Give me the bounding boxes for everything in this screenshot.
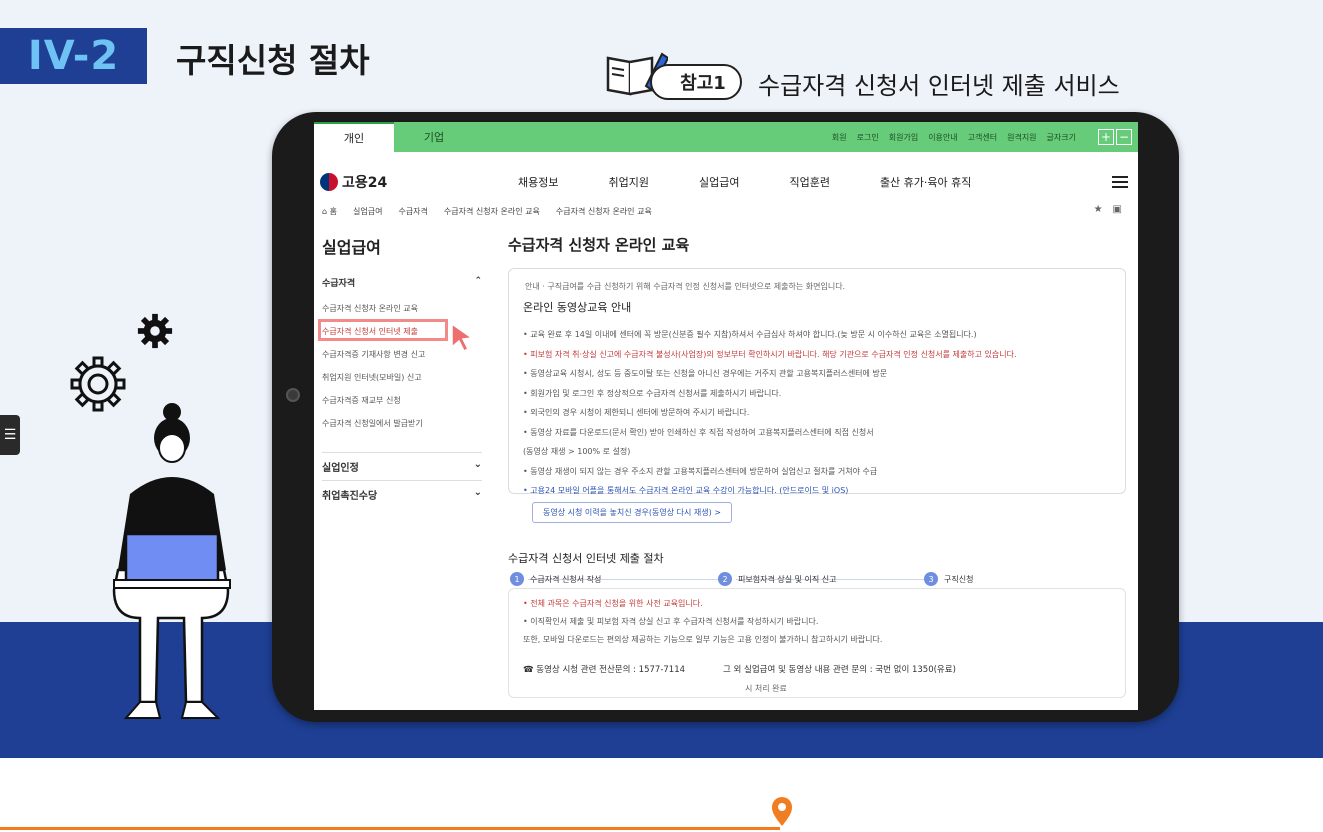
- reference-badge: 참고1: [650, 64, 742, 100]
- card-line: • 회원가입 및 로그인 후 정상적으로 수급자격 신청서를 제출하시기 바랍니…: [523, 388, 782, 398]
- zoom-in-icon[interactable]: +: [1098, 129, 1114, 145]
- sidebar-item[interactable]: 수급자격 신청일에서 발급받기: [322, 412, 482, 435]
- breadcrumb: ⌂ 홈 실업급여 수급자격 수급자격 신청자 온라인 교육 수급자격 신청자 온…: [322, 206, 652, 217]
- sidebar-item[interactable]: 취업지원 인터넷(모바일) 신고: [322, 366, 482, 389]
- util-link-member[interactable]: 회원: [832, 132, 847, 143]
- sidebar-menu-label: 취업촉진수당: [322, 491, 378, 502]
- page-title: 수급자격 신청자 온라인 교육: [508, 236, 690, 254]
- util-link-guide[interactable]: 이용안내: [928, 132, 957, 143]
- taegeuk-logo-icon: [320, 173, 338, 191]
- logo-text: 고용24: [342, 175, 388, 191]
- person-with-laptop-illustration: [112, 403, 231, 719]
- util-link-login[interactable]: 로그인: [857, 132, 879, 143]
- card-line: • 외국인의 경우 시청이 제한되니 센터에 방문하여 주시기 바랍니다.: [523, 408, 750, 417]
- cursor-arrow-icon: [451, 322, 475, 352]
- card-line: • 동영상 자료를 다운로드(문서 확인) 받아 인쇄하신 후 직접 작성하여 …: [523, 427, 874, 437]
- process-step-1: 1 수급자격 신청서 작성: [510, 572, 601, 586]
- location-pin-icon: [772, 797, 792, 826]
- background-bottom: [0, 758, 1323, 832]
- process-line: • 이직확인서 제출 및 피보험 자격 상실 신고 후 수급자격 신청서를 작성…: [523, 617, 819, 626]
- card-line: • 동영상 재생이 되지 않는 경우 주소지 관할 고용복지플러스센터에 방문하…: [523, 466, 878, 476]
- utility-links: 회원 로그인 회원가입 이용안내 고객센터 원격지원 글자크기: [832, 122, 1076, 152]
- breadcrumb-item[interactable]: 수급자격: [398, 206, 427, 217]
- breadcrumb-item[interactable]: 실업급여: [353, 206, 382, 217]
- camera-dot: [286, 388, 300, 402]
- section-title: 구직신청 절차: [176, 41, 370, 80]
- progress-line: [0, 827, 780, 830]
- nav-item-unemployment-benefit[interactable]: 실업급여: [699, 174, 739, 190]
- process-step-3: 3 구직신청: [924, 572, 973, 586]
- process-details: • 전체 과목은 수급자격 신청을 위한 사전 교육입니다. • 이직확인서 제…: [508, 588, 1126, 698]
- step-label: 수급자격 신청서 작성: [530, 574, 602, 584]
- card-line: • 동영상교육 시청시, 성도 등 중도이탈 또는 신청을 아니신 경우에는 거…: [523, 369, 888, 378]
- print-icon[interactable]: ▣: [1113, 204, 1122, 215]
- card-line: • 교육 완료 후 14일 이내에 센터에 꼭 방문(신분증 필수 지참)하셔서…: [523, 330, 977, 339]
- tab-business[interactable]: 기업: [394, 122, 474, 152]
- reference-title: 수급자격 신청서 인터넷 제출 서비스: [758, 72, 1120, 100]
- breadcrumb-item: 수급자격 신청자 온라인 교육: [555, 207, 652, 216]
- site-logo[interactable]: 고용24: [320, 172, 387, 192]
- card-line: • 피보험 자격 취·상실 신고에 수급자격 불성사(사업장)의 정보부터 확인…: [523, 349, 1017, 359]
- sidebar-group-label: 수급자격: [322, 279, 356, 289]
- step-number: 1: [510, 572, 524, 586]
- card-note: 안내 · 구직급여를 수급 신청하기 위해 수급자격 인정 신청서를 인터넷으로…: [525, 282, 846, 291]
- sidebar-title: 실업급여: [322, 238, 381, 257]
- card-lines: • 교육 완료 후 14일 이내에 센터에 꼭 방문(신분증 필수 지참)하셔서…: [523, 325, 1119, 501]
- card-line: (동영상 재생 > 100% 로 설정): [523, 447, 631, 456]
- sidebar-group-header[interactable]: 수급자격 ⌃: [322, 276, 482, 289]
- zoom-out-icon[interactable]: −: [1116, 129, 1132, 145]
- process-step-2: 2 피보험자격 상실 및 이직 신고: [718, 572, 837, 586]
- chevron-up-icon: ⌃: [474, 276, 482, 286]
- process-line: • 전체 과목은 수급자격 신청을 위한 사전 교육입니다.: [523, 599, 703, 608]
- tab-personal[interactable]: 개인: [314, 122, 394, 152]
- process-footer: 시 처리 완료: [745, 684, 787, 693]
- util-link-signup[interactable]: 회원가입: [889, 132, 918, 143]
- sidebar-item[interactable]: 수급자격 신청자 온라인 교육: [322, 297, 482, 320]
- menu-icon[interactable]: ☰: [0, 415, 20, 455]
- nav-item-employment-support[interactable]: 취업지원: [608, 174, 648, 190]
- online-education-card: 안내 · 구직급여를 수급 신청하기 위해 수급자격 인정 신청서를 인터넷으로…: [508, 268, 1126, 495]
- sidebar-group: 수급자격 ⌃ 수급자격 신청자 온라인 교육 수급자격 신청서 인터넷 제출 수…: [322, 276, 482, 435]
- sidebar-menu-incentive[interactable]: 취업촉진수당 ⌄: [322, 480, 482, 502]
- sidebar-menu-unemployment-recognition[interactable]: 실업인정 ⌄: [322, 452, 482, 474]
- process-title: 수급자격 신청서 인터넷 제출 절차: [508, 552, 664, 565]
- phone-contact: ☎ 동영상 시청 관련 전산문의 : 1577-7114: [523, 665, 686, 675]
- section-number-badge: IV-2: [0, 28, 147, 84]
- nav-item-jobs[interactable]: 채용정보: [518, 174, 558, 190]
- chevron-down-icon: ⌄: [473, 487, 482, 498]
- util-link-font-size[interactable]: 글자크기: [1047, 132, 1076, 143]
- nav-item-parental-leave[interactable]: 출산 휴가·육아 휴직: [880, 174, 971, 190]
- process-lines: • 전체 과목은 수급자격 신청을 위한 사전 교육입니다. • 이직확인서 제…: [523, 595, 1119, 649]
- highlight-box: [318, 319, 448, 341]
- page-tools: ★ ▣: [1094, 204, 1122, 215]
- nav-item-training[interactable]: 직업훈련: [789, 174, 829, 190]
- step-number: 2: [718, 572, 732, 586]
- hamburger-icon[interactable]: [1112, 176, 1128, 188]
- main-navigation: 채용정보 취업지원 실업급여 직업훈련 출산 휴가·육아 휴직: [518, 174, 971, 190]
- card-line: • 고용24 모바일 어플을 통해서도 수급자격 온라인 교육 수강이 가능합니…: [523, 486, 849, 495]
- tablet-frame: 개인 기업 회원 로그인 회원가입 이용안내 고객센터 원격지원 글자크기 + …: [272, 112, 1179, 722]
- top-bar: 개인 기업 회원 로그인 회원가입 이용안내 고객센터 원격지원 글자크기 + …: [314, 122, 1138, 152]
- rewatch-video-button[interactable]: 동영상 시청 이력을 놓치신 경우(동영상 다시 재생) >: [532, 502, 732, 523]
- phone-contact-note: 그 외 실업급여 및 동영상 내용 관련 문의 : 국번 없이 1350(유료): [723, 665, 956, 675]
- sidebar-menu-label: 실업인정: [322, 463, 359, 474]
- step-number: 3: [924, 572, 938, 586]
- util-link-remote[interactable]: 원격지원: [1007, 132, 1036, 143]
- breadcrumb-item[interactable]: 수급자격 신청자 온라인 교육: [444, 206, 540, 217]
- step-label: 피보험자격 상실 및 이직 신고: [738, 574, 837, 584]
- chevron-down-icon: ⌄: [473, 459, 482, 470]
- website-screenshot: 개인 기업 회원 로그인 회원가입 이용안내 고객센터 원격지원 글자크기 + …: [314, 122, 1138, 710]
- sidebar-item[interactable]: 수급자격증 재교부 신청: [322, 389, 482, 412]
- star-icon[interactable]: ★: [1094, 204, 1103, 215]
- card-heading: 온라인 동영상교육 안내: [523, 301, 632, 314]
- process-line: 또한, 모바일 다운로드는 편의상 제공하는 기능으로 일부 기능은 고용 인정…: [523, 635, 883, 644]
- gear-icon: [137, 313, 173, 349]
- step-label: 구직신청: [944, 574, 974, 584]
- util-link-support[interactable]: 고객센터: [968, 132, 997, 143]
- breadcrumb-home[interactable]: ⌂ 홈: [322, 206, 337, 217]
